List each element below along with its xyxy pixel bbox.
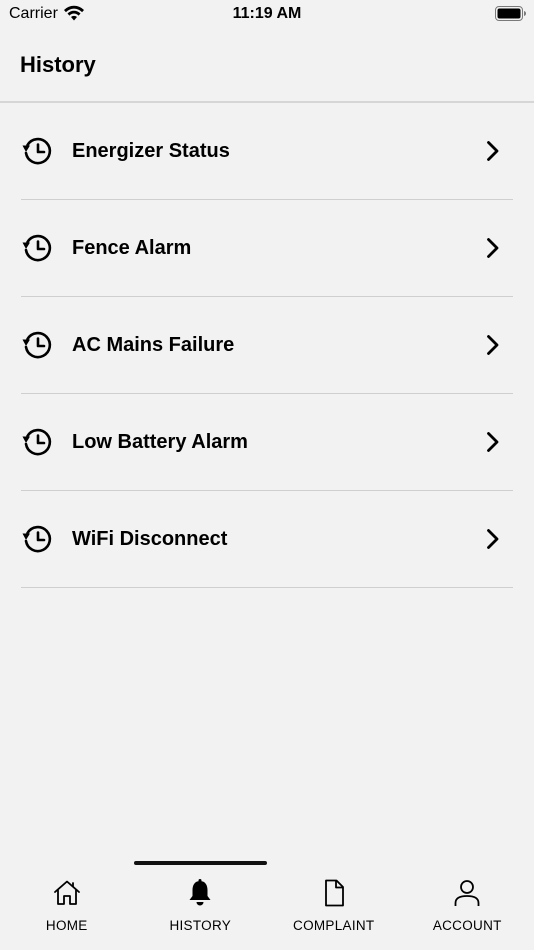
home-icon bbox=[53, 880, 80, 905]
history-clock-icon bbox=[22, 525, 52, 553]
tab-label: ACCOUNT bbox=[432, 918, 502, 933]
nav-header: History bbox=[0, 28, 534, 103]
user-icon bbox=[454, 880, 480, 906]
history-clock-icon bbox=[22, 428, 52, 456]
tab-account[interactable]: ACCOUNT bbox=[401, 866, 534, 950]
history-item-label: WiFi Disconnect bbox=[72, 528, 228, 550]
status-bar: Carrier 11:19 AM bbox=[0, 0, 534, 28]
history-item-wifi-disconnect[interactable]: WiFi Disconnect bbox=[21, 491, 513, 588]
history-screen: Carrier 11:19 AM History Energizer Statu… bbox=[0, 0, 534, 950]
tab-home[interactable]: HOME bbox=[0, 866, 134, 950]
history-item-energizer-status[interactable]: Energizer Status bbox=[21, 103, 513, 200]
tab-label: COMPLAINT bbox=[293, 918, 375, 933]
chevron-right-icon bbox=[487, 238, 499, 258]
history-clock-icon bbox=[22, 137, 52, 165]
bell-icon bbox=[189, 879, 211, 906]
tab-label: HISTORY bbox=[169, 918, 232, 933]
history-list: Energizer Status Fence Alarm AC Mains Fa… bbox=[0, 103, 534, 588]
history-item-ac-mains-failure[interactable]: AC Mains Failure bbox=[21, 297, 513, 394]
history-item-label: Low Battery Alarm bbox=[72, 431, 248, 453]
tab-history[interactable]: HISTORY bbox=[134, 866, 268, 950]
active-tab-indicator bbox=[134, 861, 267, 865]
page-title: History bbox=[20, 52, 96, 77]
chevron-right-icon bbox=[487, 529, 499, 549]
document-icon bbox=[324, 879, 344, 907]
chevron-right-icon bbox=[487, 335, 499, 355]
history-clock-icon bbox=[22, 234, 52, 262]
history-clock-icon bbox=[22, 331, 52, 359]
chevron-right-icon bbox=[487, 141, 499, 161]
tab-complaint[interactable]: COMPLAINT bbox=[267, 866, 401, 950]
battery-icon bbox=[495, 6, 526, 21]
history-item-low-battery-alarm[interactable]: Low Battery Alarm bbox=[21, 394, 513, 491]
chevron-right-icon bbox=[487, 432, 499, 452]
history-item-label: Fence Alarm bbox=[72, 237, 192, 259]
history-item-label: AC Mains Failure bbox=[72, 334, 235, 356]
history-item-fence-alarm[interactable]: Fence Alarm bbox=[21, 200, 513, 297]
tab-bar: HOME HISTORY COMPLAINT ACCOUNT bbox=[0, 866, 534, 950]
clock: 11:19 AM bbox=[232, 5, 302, 22]
tab-label: HOME bbox=[45, 918, 88, 933]
history-item-label: Energizer Status bbox=[72, 140, 230, 162]
